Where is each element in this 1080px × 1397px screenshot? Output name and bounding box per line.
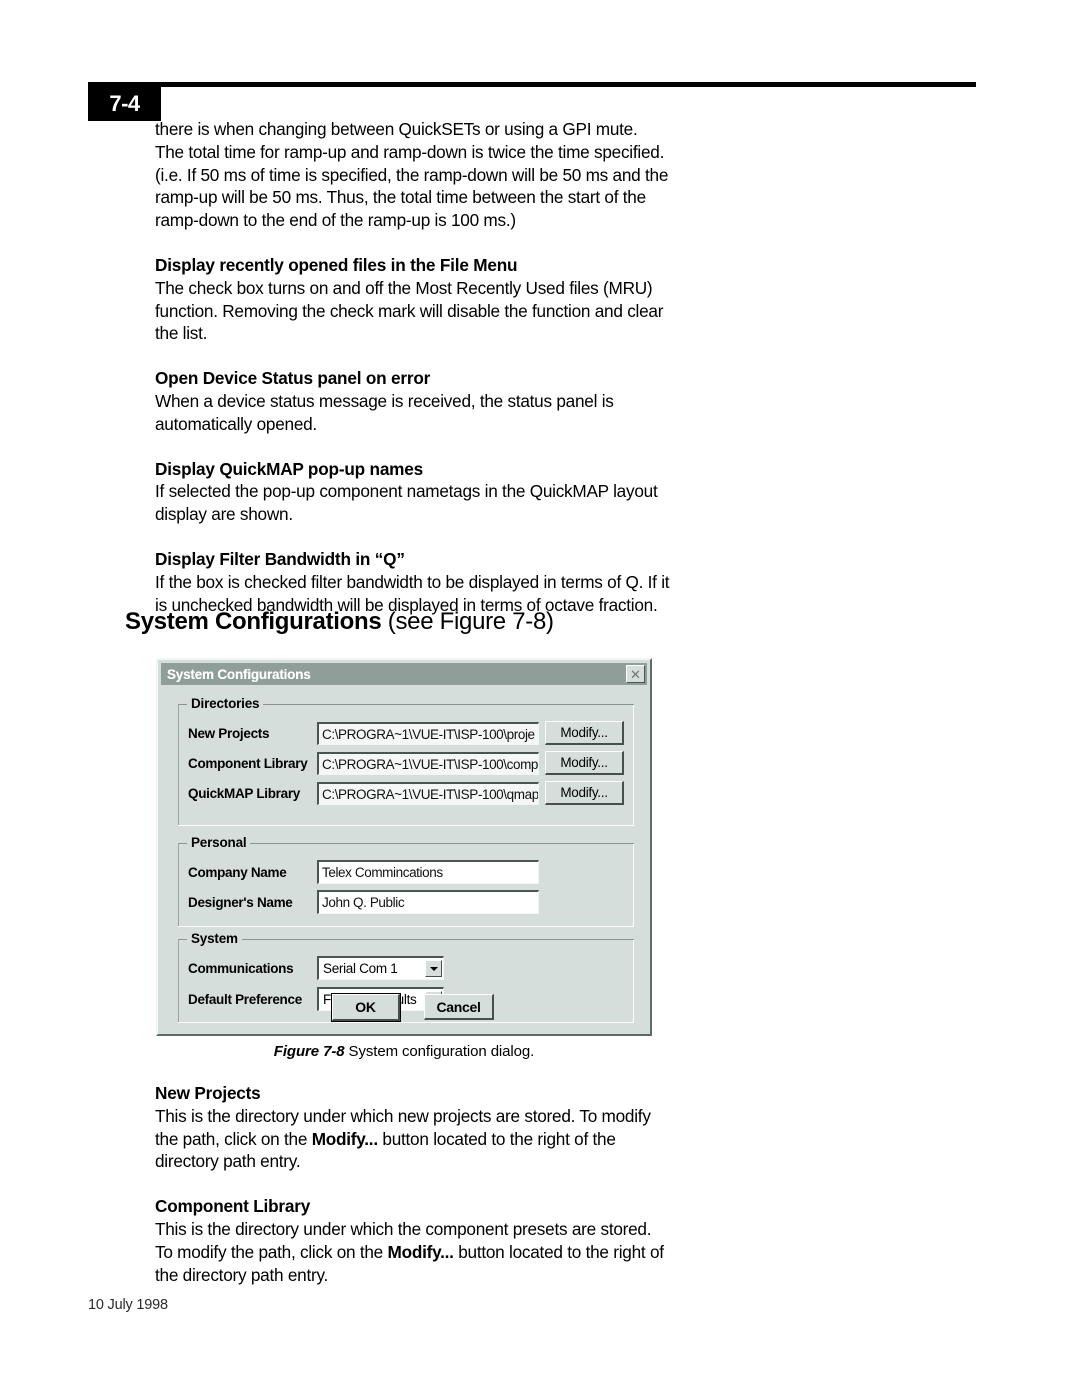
section-title-bold: System Configurations xyxy=(125,608,382,635)
personal-group-legend: Personal xyxy=(187,835,251,850)
inline-text: the path, click on the xyxy=(155,1128,312,1149)
intro-line: ramp-up will be 50 ms. Thus, the total t… xyxy=(155,187,646,208)
inline-text: To modify the path, click on the xyxy=(155,1241,388,1262)
section-line: the directory path entry. xyxy=(155,1264,700,1287)
new-projects-modify-button[interactable]: Modify... xyxy=(545,721,624,745)
section-line: If selected the pop-up component nametag… xyxy=(155,481,658,502)
section-heading: Component Library xyxy=(155,1196,311,1217)
designers-name-label: Designer's Name xyxy=(188,895,293,910)
section-line: This is the directory under which new pr… xyxy=(155,1105,700,1128)
intro-line: (i.e. If 50 ms of time is specified, the… xyxy=(155,164,669,185)
inline-text: directory path entry. xyxy=(155,1151,301,1172)
figure-caption: Figure 7-8 System configuration dialog. xyxy=(156,1043,652,1060)
dialog-titlebar[interactable]: System Configurations ✕ xyxy=(161,663,647,685)
new-projects-label: New Projects xyxy=(188,726,270,741)
page-number-badge: 7-4 xyxy=(88,87,161,121)
section-line: When a device status message is received… xyxy=(155,390,614,411)
section-heading: Display Filter Bandwidth in “Q” xyxy=(155,548,405,569)
section-title: System Configurations (see Figure 7-8) xyxy=(125,608,554,636)
inline-text: button located to the right of the xyxy=(377,1128,616,1149)
system-configurations-dialog: System Configurations ✕ Directories New … xyxy=(156,658,652,1036)
ok-button[interactable]: OK xyxy=(332,994,400,1021)
section-heading: New Projects xyxy=(155,1083,261,1103)
body-content: there is when changing between QuickSETs… xyxy=(155,118,695,616)
close-icon[interactable]: ✕ xyxy=(626,665,645,683)
section-line: display are shown. xyxy=(155,504,293,525)
section-heading: Open Device Status panel on error xyxy=(155,368,431,389)
quickmap-library-modify-button[interactable]: Modify... xyxy=(545,781,624,805)
quickmap-library-path-input[interactable]: C:\PROGRA~1\VUE-IT\ISP-100\qmap xyxy=(317,782,539,805)
figure-caption-text: System configuration dialog. xyxy=(344,1043,535,1060)
section-heading: Display QuickMAP pop-up names xyxy=(155,458,423,479)
inline-text: This is the directory under which the co… xyxy=(155,1218,652,1239)
communications-value: Serial Com 1 xyxy=(323,961,398,976)
section-title-normal: (see Figure 7-8) xyxy=(381,608,554,635)
communications-label: Communications xyxy=(188,961,294,976)
section-line: function. Removing the check mark will d… xyxy=(155,300,664,321)
section-line: the path, click on the Modify... button … xyxy=(155,1128,700,1151)
section-line: directory path entry. xyxy=(155,1150,700,1173)
section-line: the list. xyxy=(155,323,208,344)
section-heading: Display recently opened files in the Fil… xyxy=(155,254,518,275)
cancel-button[interactable]: Cancel xyxy=(424,994,494,1020)
quickmap-library-label: QuickMAP Library xyxy=(188,786,300,801)
dialog-title: System Configurations xyxy=(167,666,311,682)
inline-text: This is the directory under which new pr… xyxy=(155,1105,651,1126)
component-library-label: Component Library xyxy=(188,756,308,771)
section-line: The check box turns on and off the Most … xyxy=(155,277,653,298)
after-figure-sections: New Projects This is the directory under … xyxy=(155,1082,700,1286)
inline-text: button located to the right of xyxy=(453,1241,664,1262)
default-preference-label: Default Preference xyxy=(188,992,302,1007)
communications-select[interactable]: Serial Com 1 xyxy=(317,956,444,980)
intro-line: there is when changing between QuickSETs… xyxy=(155,119,638,139)
footer-date: 10 July 1998 xyxy=(88,1297,168,1313)
inline-text: the directory path entry. xyxy=(155,1264,329,1285)
section-line: automatically opened. xyxy=(155,413,317,434)
new-projects-path-input[interactable]: C:\PROGRA~1\VUE-IT\ISP-100\proje xyxy=(317,722,539,745)
chevron-down-icon[interactable] xyxy=(425,960,442,977)
component-library-path-input[interactable]: C:\PROGRA~1\VUE-IT\ISP-100\comp xyxy=(317,752,539,775)
component-library-modify-button[interactable]: Modify... xyxy=(545,751,624,775)
figure-label: Figure 7-8 xyxy=(273,1043,345,1060)
intro-line: ramp-down to the end of the ramp-up is 1… xyxy=(155,210,516,231)
inline-bold-term: Modify... xyxy=(311,1128,378,1149)
section-line: To modify the path, click on the Modify.… xyxy=(155,1241,700,1264)
header-rule xyxy=(88,82,976,87)
personal-group: Personal xyxy=(178,835,634,927)
section-line: If the box is checked filter bandwidth t… xyxy=(155,571,670,592)
inline-bold-term: Modify... xyxy=(387,1241,454,1262)
intro-paragraph: there is when changing between QuickSETs… xyxy=(155,118,695,232)
intro-line: The total time for ramp-up and ramp-down… xyxy=(155,141,665,162)
directories-group-legend: Directories xyxy=(187,696,264,711)
system-group-legend: System xyxy=(187,931,242,946)
company-name-label: Company Name xyxy=(188,865,287,880)
section-line: This is the directory under which the co… xyxy=(155,1218,700,1241)
company-name-input[interactable]: Telex Commincations xyxy=(317,860,539,884)
body-sections: Display recently opened files in the Fil… xyxy=(155,232,695,616)
designers-name-input[interactable]: John Q. Public xyxy=(317,890,539,914)
document-page: 7-4 there is when changing between Quick… xyxy=(0,0,1080,1397)
